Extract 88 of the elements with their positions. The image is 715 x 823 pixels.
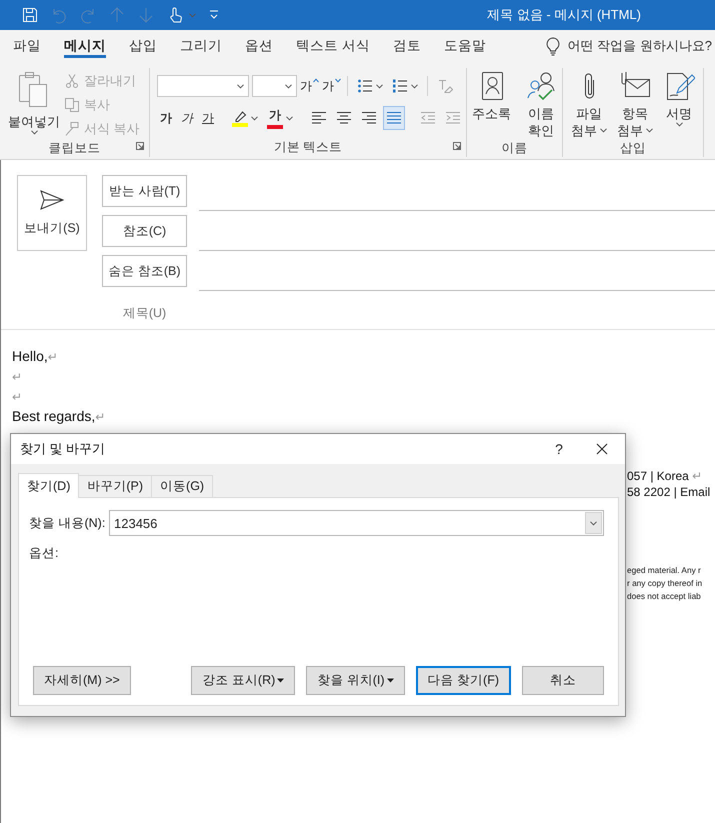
- ribbon-tab[interactable]: 도움말: [444, 30, 486, 62]
- options-label: 옵션:: [29, 545, 60, 562]
- caret-icon: [277, 678, 284, 683]
- ribbon-tab[interactable]: 그리기: [180, 30, 222, 62]
- tell-me-field[interactable]: 어떤 작업을 원하시나요?: [568, 37, 712, 55]
- dialog-launcher-icon[interactable]: [452, 141, 462, 151]
- ribbon-tab[interactable]: 검토: [392, 30, 421, 62]
- align-left-icon: [311, 110, 327, 126]
- increase-indent-icon: [445, 110, 461, 126]
- font-color-button[interactable]: 가: [264, 106, 296, 130]
- disclaimer-line: r any copy thereof in: [627, 577, 702, 590]
- decrease-indent-icon: [420, 110, 436, 126]
- align-center-icon: [336, 110, 352, 126]
- numbered-list-icon: [392, 78, 408, 94]
- bold-button[interactable]: 가: [157, 106, 175, 130]
- ribbon-tab[interactable]: 파일: [13, 30, 41, 62]
- caret-down-icon: [335, 78, 341, 82]
- recipient-button[interactable]: 참조(C): [102, 215, 187, 247]
- people-check-icon: [525, 70, 557, 102]
- ribbon-tab[interactable]: 텍스트 서식: [296, 30, 370, 62]
- caret-icon: [237, 84, 244, 88]
- justify-icon: [386, 110, 402, 126]
- disclaimer-line: eged material. Any r: [627, 564, 702, 577]
- grow-font-button[interactable]: 가: [300, 78, 319, 94]
- group-label: 클립보드: [48, 140, 100, 157]
- underline-button[interactable]: 가: [199, 106, 217, 130]
- dialog-button[interactable]: 취소: [522, 666, 604, 695]
- align-right-icon: [361, 110, 377, 126]
- scissors-icon: [64, 72, 80, 88]
- attach-file-button[interactable]: 파일 첨부: [567, 68, 611, 139]
- caret-icon: [251, 116, 258, 120]
- body-line: Best regards,↵: [12, 407, 106, 426]
- help-button[interactable]: ?: [539, 441, 579, 457]
- dialog-tab[interactable]: 이동(G): [151, 475, 214, 497]
- caret-icon: [30, 130, 38, 135]
- window-title: 제목 없음 - 메시지 (HTML): [487, 6, 641, 24]
- dialog-button[interactable]: 다음 찾기(F): [416, 666, 511, 695]
- recipient-button[interactable]: 받는 사람(T): [102, 175, 187, 207]
- dialog-button[interactable]: 강조 표시(R): [191, 666, 296, 695]
- italic-button[interactable]: 가: [178, 106, 196, 130]
- address-book-button[interactable]: 주소록: [468, 68, 515, 139]
- justify-button[interactable]: [383, 106, 405, 130]
- caret-icon: [386, 678, 394, 683]
- dialog-button[interactable]: 자세히(M) >>: [33, 666, 131, 695]
- caret-icon: [590, 520, 597, 526]
- close-icon: [596, 443, 608, 455]
- group-label: 이름: [502, 140, 528, 156]
- ribbon-tab[interactable]: 삽입: [129, 30, 157, 62]
- dialog-title: 찾기 및 바꾸기: [20, 440, 106, 458]
- save-icon[interactable]: [21, 6, 39, 24]
- caret-icon: [286, 116, 293, 120]
- clear-format-icon: [437, 78, 453, 94]
- send-button[interactable]: 보내기(S): [17, 175, 87, 251]
- ribbon-tab[interactable]: 옵션: [245, 30, 273, 62]
- caret-icon: [646, 128, 653, 133]
- send-icon: [39, 189, 65, 211]
- brush-icon: [64, 120, 80, 136]
- caret-icon: [376, 84, 383, 88]
- signature-button[interactable]: 서명: [659, 68, 699, 139]
- body-line: 58 2202 | Email: [627, 484, 710, 500]
- body-line: Hello,↵: [12, 347, 59, 366]
- caret-up-icon: [313, 78, 319, 82]
- check-names-button[interactable]: 이름 확인: [521, 68, 561, 139]
- dialog-launcher-icon[interactable]: [135, 141, 145, 151]
- body-line: ↵: [12, 369, 24, 386]
- bullet-list-icon: [357, 78, 373, 94]
- subject-label: 제목(U): [122, 305, 168, 322]
- attach-item-button[interactable]: 항목 첨부: [613, 68, 657, 139]
- field-label: 찾을 내용(N):: [29, 514, 106, 532]
- font-color-glyph: 가: [269, 107, 281, 124]
- group-label: 삽입: [620, 140, 646, 156]
- copy-icon: [64, 96, 80, 112]
- dialog-button[interactable]: 찾을 위치(I): [306, 666, 405, 695]
- caret-icon: [600, 128, 607, 133]
- ribbon-tab[interactable]: 메시지: [64, 30, 106, 62]
- group-label: 기본 텍스트: [274, 138, 342, 156]
- caret-icon: [285, 84, 292, 88]
- recipient-button[interactable]: 숨은 참조(B): [102, 255, 187, 287]
- shrink-font-button[interactable]: 가: [322, 78, 341, 94]
- paste-button[interactable]: 붙여넣기: [4, 68, 64, 140]
- body-line: ↵: [12, 389, 24, 406]
- find-field[interactable]: 123456: [109, 510, 604, 536]
- dialog-tab[interactable]: 찾기(D): [18, 473, 80, 498]
- disclaimer-line: does not accept liab: [627, 590, 702, 603]
- body-line: 057 | Korea ↵: [627, 468, 704, 484]
- caret-icon: [411, 84, 418, 88]
- caret-icon: [676, 122, 682, 127]
- lightbulb-icon: [544, 36, 562, 56]
